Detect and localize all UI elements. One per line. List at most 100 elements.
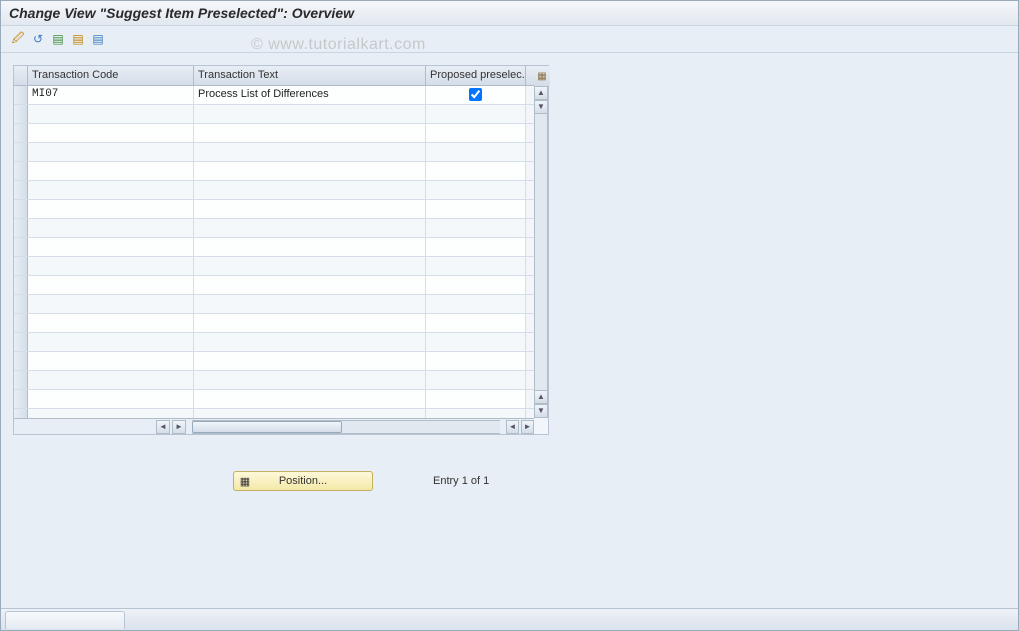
- cell-ttext[interactable]: [194, 124, 426, 142]
- cell-tcode[interactable]: [28, 200, 194, 218]
- select-all-button[interactable]: ▤: [49, 30, 67, 48]
- cell-ttext[interactable]: [194, 333, 426, 351]
- undo-button[interactable]: ↺: [29, 30, 47, 48]
- row-selector[interactable]: [14, 371, 28, 389]
- cell-tcode[interactable]: [28, 181, 194, 199]
- cell-preselect[interactable]: [426, 105, 526, 123]
- row-selector[interactable]: [14, 238, 28, 256]
- cell-ttext[interactable]: [194, 162, 426, 180]
- table-row[interactable]: [14, 219, 534, 238]
- cell-preselect[interactable]: [426, 409, 526, 418]
- cell-ttext[interactable]: [194, 371, 426, 389]
- cell-ttext[interactable]: [194, 200, 426, 218]
- cell-preselect[interactable]: [426, 143, 526, 161]
- cell-preselect[interactable]: [426, 200, 526, 218]
- table-row[interactable]: [14, 181, 534, 200]
- cell-tcode[interactable]: [28, 124, 194, 142]
- cell-tcode[interactable]: [28, 371, 194, 389]
- table-row[interactable]: [14, 238, 534, 257]
- table-row[interactable]: [14, 124, 534, 143]
- cell-ttext[interactable]: [194, 219, 426, 237]
- cell-preselect[interactable]: [426, 276, 526, 294]
- col-header-preselect[interactable]: Proposed preselec.: [426, 66, 526, 85]
- cell-preselect[interactable]: [426, 124, 526, 142]
- cell-ttext[interactable]: [194, 295, 426, 313]
- cell-preselect[interactable]: [426, 333, 526, 351]
- cell-ttext[interactable]: [194, 276, 426, 294]
- cell-tcode[interactable]: [28, 390, 194, 408]
- hscroll-thumb[interactable]: [192, 421, 342, 433]
- vscroll-track[interactable]: [534, 114, 548, 390]
- cell-preselect[interactable]: [426, 371, 526, 389]
- preselect-checkbox[interactable]: [469, 88, 482, 101]
- row-selector[interactable]: [14, 200, 28, 218]
- cell-ttext[interactable]: [194, 409, 426, 418]
- cell-ttext[interactable]: [194, 257, 426, 275]
- row-selector[interactable]: [14, 333, 28, 351]
- bottom-tab[interactable]: [5, 611, 125, 629]
- hscroll-end-left-button[interactable]: ◄: [506, 420, 519, 434]
- cell-tcode[interactable]: [28, 162, 194, 180]
- cell-preselect[interactable]: [426, 390, 526, 408]
- cell-preselect[interactable]: [426, 238, 526, 256]
- row-selector[interactable]: [14, 181, 28, 199]
- table-row[interactable]: [14, 390, 534, 409]
- table-row[interactable]: [14, 105, 534, 124]
- row-selector[interactable]: [14, 143, 28, 161]
- table-config-icon[interactable]: ▦: [537, 71, 546, 82]
- vertical-scrollbar[interactable]: ▦ ▲ ▼ ▲ ▼: [534, 66, 548, 434]
- row-selector-header[interactable]: [14, 66, 28, 85]
- table-row[interactable]: [14, 143, 534, 162]
- hscroll-end-right-button[interactable]: ►: [521, 420, 534, 434]
- cell-preselect[interactable]: [426, 295, 526, 313]
- hscroll-left-button[interactable]: ◄: [156, 420, 170, 434]
- hscroll-track[interactable]: [192, 420, 500, 434]
- cell-tcode[interactable]: [28, 238, 194, 256]
- cell-tcode[interactable]: [28, 219, 194, 237]
- cell-tcode[interactable]: [28, 333, 194, 351]
- row-selector[interactable]: [14, 409, 28, 418]
- row-selector[interactable]: [14, 124, 28, 142]
- cell-ttext[interactable]: Process List of Differences: [194, 86, 426, 104]
- cell-ttext[interactable]: [194, 238, 426, 256]
- row-selector[interactable]: [14, 276, 28, 294]
- table-row[interactable]: MI07Process List of Differences: [14, 86, 534, 105]
- table-row[interactable]: [14, 276, 534, 295]
- row-selector[interactable]: [14, 314, 28, 332]
- horizontal-scrollbar[interactable]: ◄ ► ◄ ►: [14, 418, 534, 434]
- table-row[interactable]: [14, 162, 534, 181]
- cell-preselect[interactable]: [426, 86, 526, 104]
- cell-tcode[interactable]: [28, 105, 194, 123]
- row-selector[interactable]: [14, 257, 28, 275]
- table-row[interactable]: [14, 333, 534, 352]
- table-row[interactable]: [14, 200, 534, 219]
- cell-preselect[interactable]: [426, 257, 526, 275]
- select-block-button[interactable]: ▤: [69, 30, 87, 48]
- table-row[interactable]: [14, 257, 534, 276]
- cell-tcode[interactable]: [28, 276, 194, 294]
- cell-tcode[interactable]: [28, 257, 194, 275]
- cell-tcode[interactable]: [28, 295, 194, 313]
- table-row[interactable]: [14, 409, 534, 418]
- vscroll-down-end-button[interactable]: ▼: [534, 404, 548, 418]
- cell-tcode[interactable]: [28, 409, 194, 418]
- table-row[interactable]: [14, 295, 534, 314]
- toggle-change-mode-button[interactable]: 🖉: [9, 30, 27, 48]
- deselect-all-button[interactable]: ▤: [89, 30, 107, 48]
- cell-ttext[interactable]: [194, 143, 426, 161]
- row-selector[interactable]: [14, 105, 28, 123]
- cell-ttext[interactable]: [194, 105, 426, 123]
- row-selector[interactable]: [14, 390, 28, 408]
- row-selector[interactable]: [14, 86, 28, 104]
- table-row[interactable]: [14, 371, 534, 390]
- col-header-ttext[interactable]: Transaction Text: [194, 66, 426, 85]
- vscroll-up-button[interactable]: ▲: [534, 86, 548, 100]
- cell-preselect[interactable]: [426, 219, 526, 237]
- hscroll-right-button[interactable]: ►: [172, 420, 186, 434]
- col-header-tcode[interactable]: Transaction Code: [28, 66, 194, 85]
- table-row[interactable]: [14, 314, 534, 333]
- cell-ttext[interactable]: [194, 181, 426, 199]
- row-selector[interactable]: [14, 352, 28, 370]
- cell-tcode[interactable]: [28, 352, 194, 370]
- cell-preselect[interactable]: [426, 314, 526, 332]
